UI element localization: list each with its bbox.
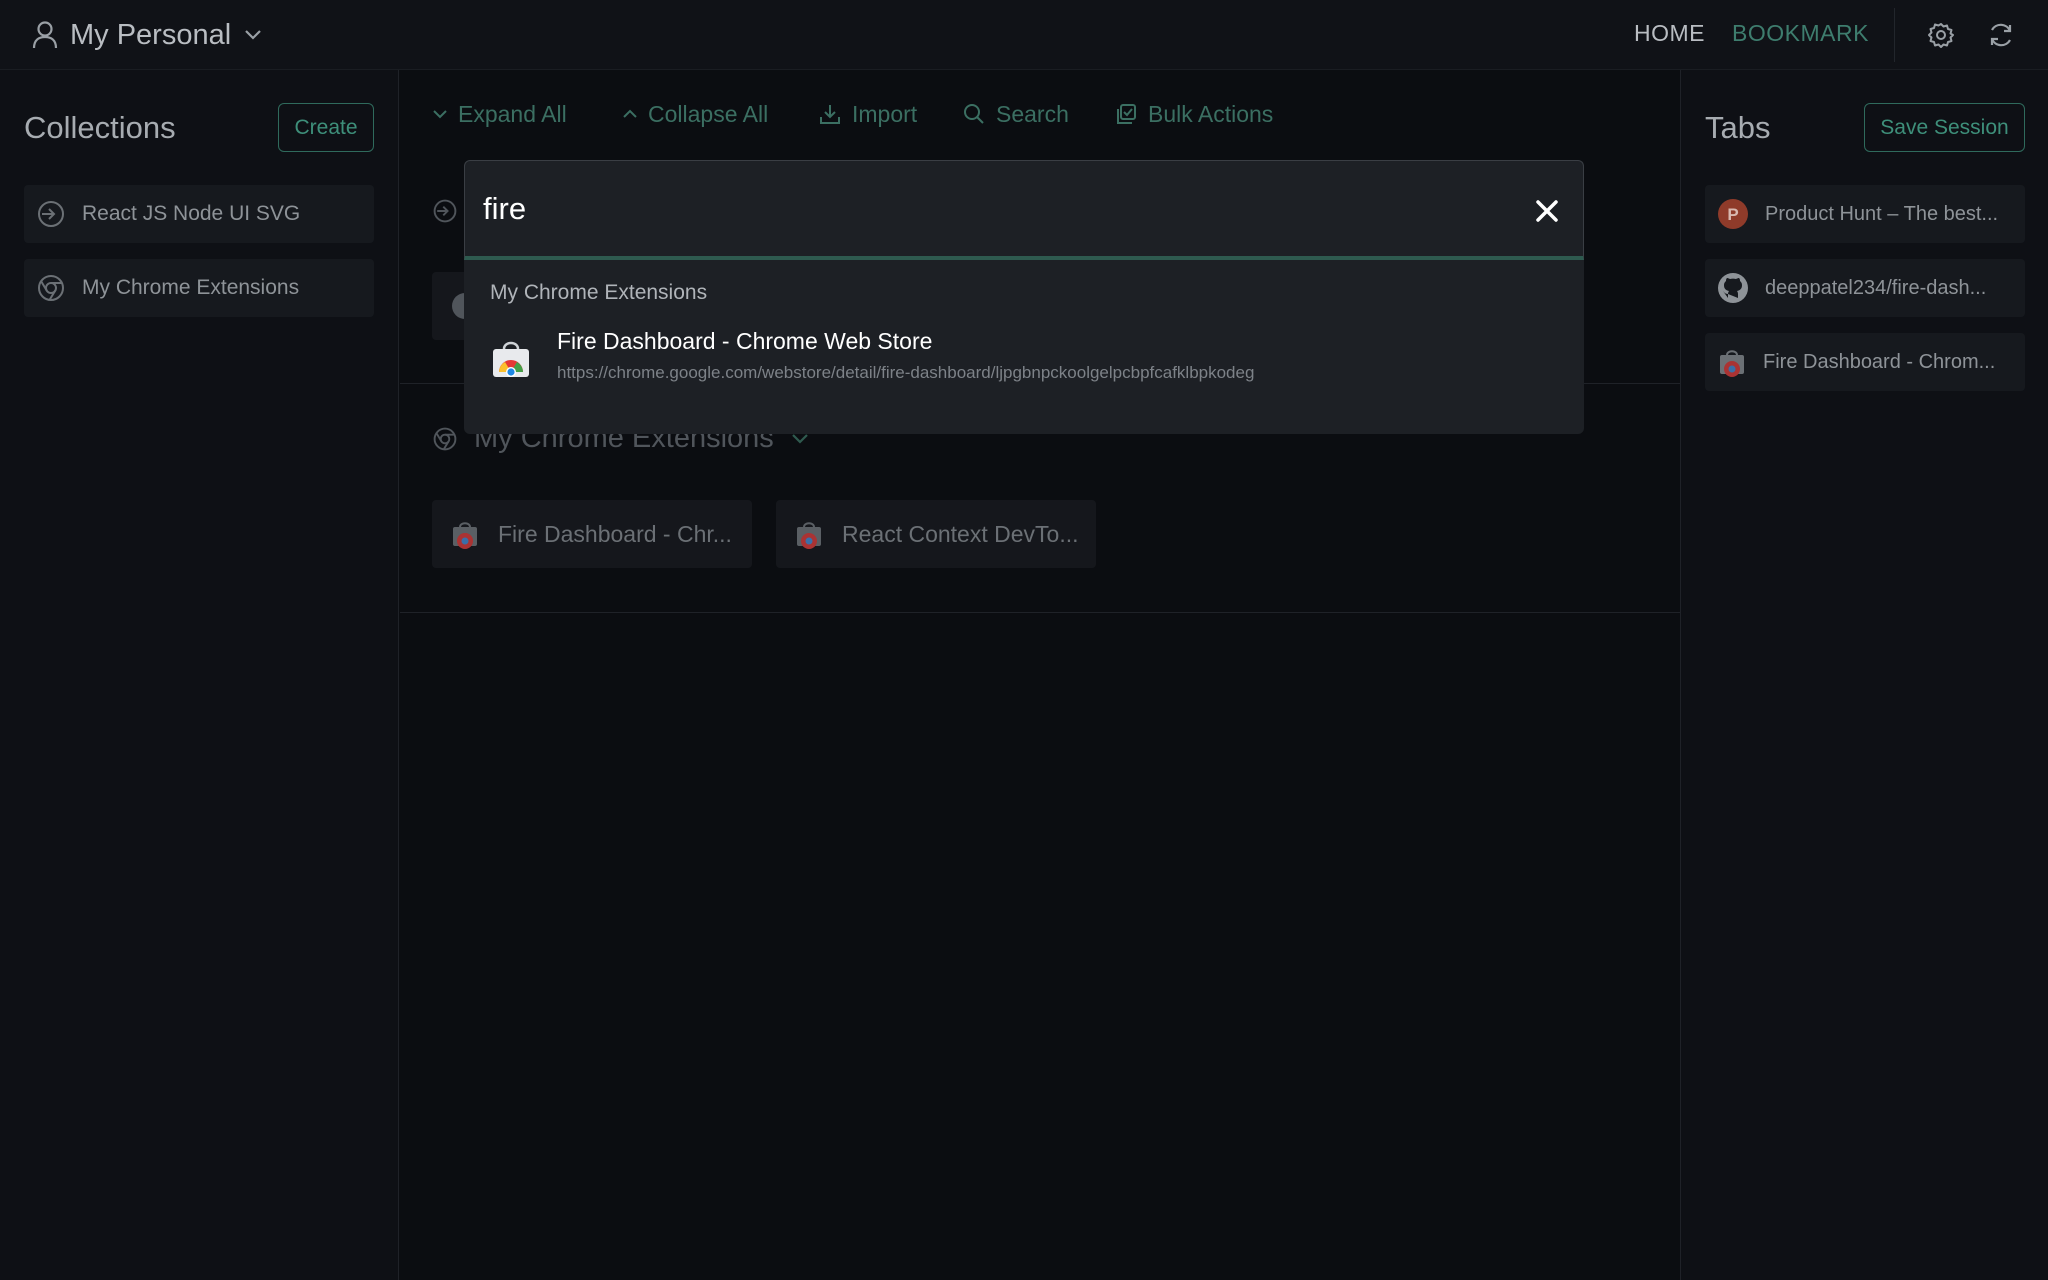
result-group-label: My Chrome Extensions bbox=[490, 281, 708, 304]
collections-sidebar: Collections Create React JS Node UI SVG … bbox=[0, 70, 399, 1280]
import-button[interactable]: Import bbox=[818, 98, 917, 130]
nav-bookmark[interactable]: BOOKMARK bbox=[1732, 20, 1869, 47]
section-divider bbox=[400, 612, 1680, 613]
import-label: Import bbox=[852, 100, 918, 127]
result-title: Fire Dashboard - Chrome Web Store bbox=[557, 328, 933, 354]
collection-label: My Chrome Extensions bbox=[82, 276, 300, 299]
settings-button[interactable] bbox=[1927, 21, 1955, 49]
topbar-divider bbox=[1894, 8, 1895, 62]
search-icon bbox=[964, 104, 984, 124]
tab-label: Product Hunt – The best... bbox=[1765, 202, 1999, 225]
search-label: Search bbox=[996, 100, 1069, 127]
sync-button[interactable] bbox=[1987, 21, 2015, 49]
top-bar: My Personal HOME BOOKMARK bbox=[0, 0, 2048, 70]
user-icon bbox=[32, 21, 58, 49]
chrome-web-store-icon bbox=[453, 522, 477, 549]
copy-icon bbox=[1117, 104, 1136, 124]
create-collection-button[interactable]: Create bbox=[278, 103, 374, 152]
close-icon bbox=[1536, 200, 1558, 222]
collection-label: React JS Node UI SVG bbox=[82, 202, 301, 225]
bookmark-label: React Context DevTo... bbox=[842, 520, 1079, 547]
product-hunt-icon: P bbox=[1718, 199, 1748, 229]
chrome-web-store-icon bbox=[797, 522, 821, 549]
login-arrow-icon bbox=[38, 201, 64, 227]
search-results: My Chrome Extensions Fire Dashboard - Ch… bbox=[464, 260, 1584, 434]
tab-label: deeppatel234/fire-dash... bbox=[1765, 276, 1987, 299]
gear-icon bbox=[1928, 23, 1954, 48]
workspace-name: My Personal bbox=[70, 18, 232, 51]
collections-title: Collections bbox=[24, 110, 176, 145]
tab-label: Fire Dashboard - Chrom... bbox=[1763, 350, 1996, 373]
chevron-up-icon bbox=[623, 109, 637, 118]
tab-item-github[interactable]: deeppatel234/fire-dash... bbox=[1705, 259, 2025, 317]
bookmark-card-fire-dashboard[interactable]: Fire Dashboard - Chr... bbox=[432, 500, 752, 568]
bookmark-label: Fire Dashboard - Chr... bbox=[498, 520, 732, 547]
nav-home[interactable]: HOME bbox=[1634, 20, 1705, 47]
tabs-sidebar: Tabs Save Session P Product Hunt – The b… bbox=[1680, 70, 2048, 1280]
tabs-title: Tabs bbox=[1705, 110, 1771, 145]
refresh-icon bbox=[1990, 23, 2012, 47]
collapse-all-label: Collapse All bbox=[648, 100, 769, 127]
search-dialog bbox=[464, 160, 1584, 260]
collapse-all-button[interactable]: Collapse All bbox=[622, 98, 768, 130]
product-hunt-letter: P bbox=[1727, 205, 1738, 224]
close-search-button[interactable] bbox=[1529, 193, 1565, 229]
workspace-switcher[interactable]: My Personal bbox=[32, 16, 263, 54]
section-header-hidden[interactable] bbox=[432, 198, 458, 224]
bulk-actions-label: Bulk Actions bbox=[1148, 100, 1274, 127]
login-arrow-icon bbox=[433, 199, 457, 223]
result-url: https://chrome.google.com/webstore/detai… bbox=[557, 363, 1255, 382]
tab-item-product-hunt[interactable]: P Product Hunt – The best... bbox=[1705, 185, 2025, 243]
chrome-icon bbox=[38, 275, 64, 301]
chrome-web-store-icon bbox=[1720, 350, 1744, 377]
chrome-web-store-icon bbox=[493, 341, 529, 377]
bookmark-card-react-context-devtools[interactable]: React Context DevTo... bbox=[776, 500, 1096, 568]
bulk-actions-button[interactable]: Bulk Actions bbox=[1114, 98, 1273, 130]
expand-all-label: Expand All bbox=[458, 100, 567, 127]
download-icon bbox=[820, 105, 840, 124]
search-result-item[interactable]: Fire Dashboard - Chrome Web Store https:… bbox=[464, 320, 1584, 414]
chevron-down-icon bbox=[433, 110, 447, 119]
expand-all-button[interactable]: Expand All bbox=[432, 98, 567, 130]
tab-item-fire-dashboard[interactable]: Fire Dashboard - Chrom... bbox=[1705, 333, 2025, 391]
collection-item-react-js-node-ui-svg[interactable]: React JS Node UI SVG bbox=[24, 185, 374, 243]
chevron-down-icon bbox=[245, 30, 261, 40]
chrome-icon bbox=[433, 427, 457, 450]
search-input[interactable] bbox=[483, 183, 1483, 235]
collection-item-my-chrome-extensions[interactable]: My Chrome Extensions bbox=[24, 259, 374, 317]
search-button[interactable]: Search bbox=[962, 98, 1069, 130]
save-session-button[interactable]: Save Session bbox=[1864, 103, 2025, 152]
github-icon bbox=[1718, 273, 1748, 303]
